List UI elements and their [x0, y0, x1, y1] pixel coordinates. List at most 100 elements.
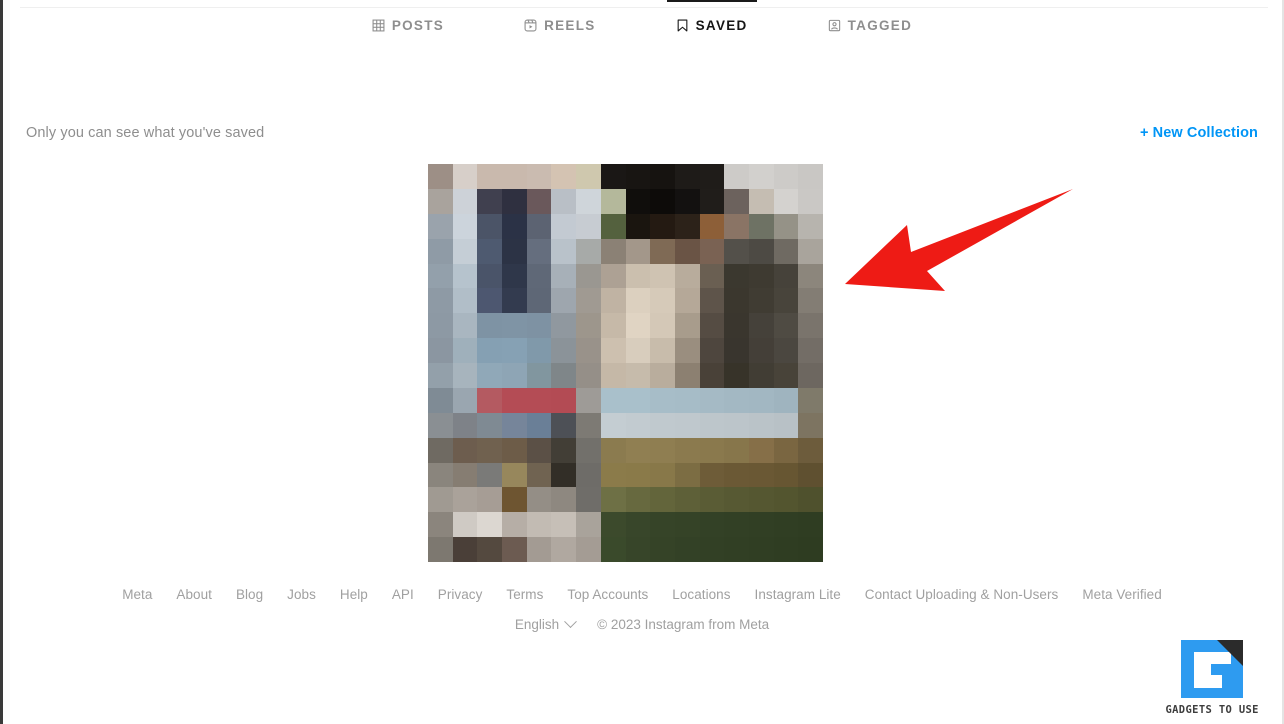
mosaic-block [674, 512, 700, 538]
footer-link[interactable]: About [176, 588, 212, 602]
footer-link[interactable]: Instagram Lite [755, 588, 841, 602]
mosaic-block [699, 188, 725, 214]
mosaic-block [600, 164, 626, 189]
mosaic-block [773, 363, 799, 388]
mosaic-block [576, 537, 601, 562]
new-collection-button[interactable]: + New Collection [1140, 126, 1258, 141]
mosaic-block [773, 263, 799, 289]
mosaic-block [625, 238, 651, 264]
mosaic-block [477, 164, 503, 189]
mosaic-block [428, 437, 453, 463]
pixelated-photo [428, 164, 823, 562]
mosaic-block [674, 188, 700, 214]
mosaic-block [650, 462, 675, 488]
mosaic-block [699, 537, 725, 562]
mosaic-block [724, 288, 749, 314]
tab-posts[interactable]: POSTS [372, 0, 444, 33]
mosaic-block [674, 387, 700, 413]
mosaic-block [576, 288, 601, 314]
mosaic-block [625, 437, 651, 463]
language-selector[interactable]: English [515, 615, 577, 632]
mosaic-block [576, 462, 601, 488]
logo-bar2-shape [1222, 664, 1232, 698]
tab-saved[interactable]: SAVED [666, 0, 757, 33]
saved-collection-thumbnail[interactable] [428, 164, 823, 562]
mosaic-block [798, 512, 823, 538]
mosaic-block [650, 238, 675, 264]
tab-tagged[interactable]: TAGGED [828, 0, 913, 33]
footer-link[interactable]: Privacy [438, 588, 483, 602]
mosaic-block [773, 313, 799, 339]
bookmark-icon [676, 19, 689, 32]
mosaic-block [452, 487, 478, 513]
footer-link[interactable]: Help [340, 588, 368, 602]
mosaic-block [699, 288, 725, 314]
mosaic-block [674, 437, 700, 463]
mosaic-block [428, 263, 453, 289]
mosaic-block [551, 288, 577, 314]
mosaic-block [502, 363, 527, 388]
mosaic-block [773, 387, 799, 413]
mosaic-block [724, 238, 749, 264]
mosaic-block [576, 387, 601, 413]
mosaic-block [576, 487, 601, 513]
footer-link[interactable]: API [392, 588, 414, 602]
footer-link[interactable]: Blog [236, 588, 263, 602]
mosaic-block [428, 238, 453, 264]
mosaic-block [748, 363, 774, 388]
mosaic-block [452, 338, 478, 363]
mosaic-block [600, 313, 626, 339]
mosaic-block [650, 188, 675, 214]
mosaic-block [748, 387, 774, 413]
mosaic-block [502, 512, 527, 538]
mosaic-block [452, 512, 478, 538]
mosaic-block [748, 313, 774, 339]
mosaic-block [650, 313, 675, 339]
tab-reels-label: REELS [544, 18, 596, 33]
mosaic-block [748, 512, 774, 538]
footer-link[interactable]: Jobs [287, 588, 316, 602]
mosaic-block [526, 164, 552, 189]
mosaic-block [798, 387, 823, 413]
mosaic-block [650, 363, 675, 388]
mosaic-block [526, 462, 552, 488]
mosaic-block [724, 188, 749, 214]
mosaic-block [551, 164, 577, 189]
mosaic-block [551, 188, 577, 214]
chevron-down-icon [564, 615, 577, 628]
mosaic-block [625, 512, 651, 538]
mosaic-block [600, 487, 626, 513]
mosaic-block [576, 263, 601, 289]
mosaic-block [773, 188, 799, 214]
footer-link[interactable]: Meta Verified [1082, 588, 1161, 602]
mosaic-block [526, 288, 552, 314]
tab-reels[interactable]: REELS [524, 0, 596, 33]
mosaic-block [773, 338, 799, 363]
mosaic-block [699, 462, 725, 488]
mosaic-block [674, 288, 700, 314]
mosaic-block [526, 412, 552, 438]
mosaic-block [526, 213, 552, 239]
mosaic-block [477, 313, 503, 339]
mosaic-block [477, 387, 503, 413]
footer-link[interactable]: Locations [672, 588, 730, 602]
footer-link[interactable]: Meta [122, 588, 152, 602]
mosaic-block [551, 313, 577, 339]
footer-link[interactable]: Top Accounts [567, 588, 648, 602]
mosaic-block [551, 387, 577, 413]
mosaic-block [699, 387, 725, 413]
mosaic-block [600, 213, 626, 239]
mosaic-block [773, 437, 799, 463]
footer-link[interactable]: Contact Uploading & Non-Users [865, 588, 1059, 602]
mosaic-block [625, 412, 651, 438]
mosaic-block [600, 363, 626, 388]
footer-link[interactable]: Terms [506, 588, 543, 602]
mosaic-block [724, 462, 749, 488]
mosaic-block [576, 188, 601, 214]
mosaic-block [551, 512, 577, 538]
mosaic-block [650, 338, 675, 363]
mosaic-block [625, 213, 651, 239]
mosaic-block [551, 238, 577, 264]
mosaic-block [625, 387, 651, 413]
mosaic-block [625, 462, 651, 488]
